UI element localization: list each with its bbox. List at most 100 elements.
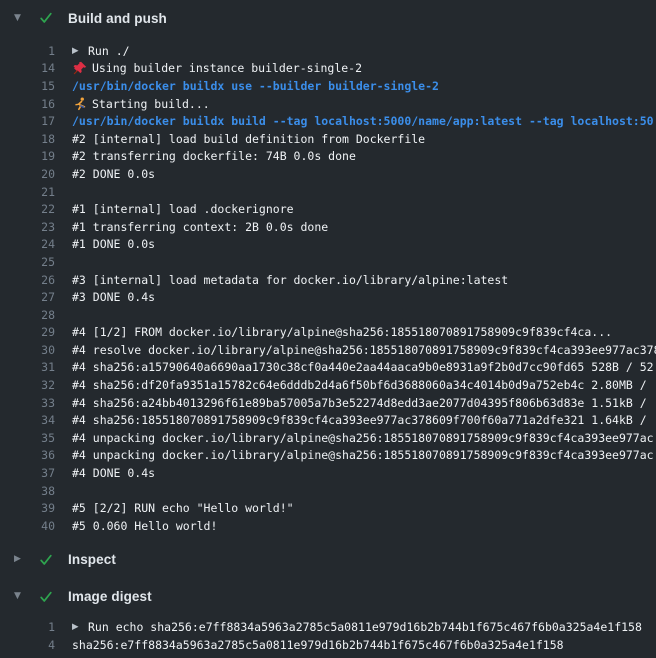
line-number[interactable]: 32 <box>0 378 55 392</box>
log-line-text: #4 sha256:df20fa9351a15782c64e6dddb2d4a6… <box>72 378 654 392</box>
line-number[interactable]: 1 <box>0 620 55 634</box>
line-number[interactable]: 14 <box>0 61 55 75</box>
line-number[interactable]: 19 <box>0 149 55 163</box>
line-number[interactable]: 28 <box>0 308 55 322</box>
log-line: 15 /usr/bin/docker buildx use --builder … <box>0 77 656 95</box>
section-log-lines: 1 ▶Run echo sha256:e7ff8834a5963a2785c5a… <box>0 615 656 658</box>
log-line-text: Using builder instance builder-single-2 <box>92 61 362 75</box>
section-title: Build and push <box>68 11 167 26</box>
line-number[interactable]: 21 <box>0 185 55 199</box>
log-line: 17 /usr/bin/docker buildx build --tag lo… <box>0 112 656 130</box>
log-line-content: #2 [internal] load build definition from… <box>72 132 656 146</box>
log-line: 1 ▶Run echo sha256:e7ff8834a5963a2785c5a… <box>0 619 656 637</box>
log-section: ▼ Build and push 1 ▶ Run ./ 14 Using buil… <box>0 0 656 541</box>
line-number[interactable]: 38 <box>0 484 55 498</box>
log-line: 26 #3 [internal] load metadata for docke… <box>0 271 656 289</box>
log-line-content: ▶ Run ./ <box>72 44 656 58</box>
success-check-icon <box>38 589 54 605</box>
section-log-lines: 1 ▶ Run ./ 14 Using builder instance buil… <box>0 36 656 541</box>
line-number[interactable]: 33 <box>0 396 55 410</box>
log-line-content: #1 transferring context: 2B 0.0s done <box>72 220 656 234</box>
log-line-content: #4 sha256:a15790640a6690aa1730c38cf0a440… <box>72 360 656 374</box>
section-header[interactable]: ▼ Build and push <box>0 0 656 36</box>
log-line-content: #2 transferring dockerfile: 74B 0.0s don… <box>72 149 656 163</box>
log-line-content: #4 unpacking docker.io/library/alpine@sh… <box>72 431 656 445</box>
line-number[interactable]: 40 <box>0 519 55 533</box>
line-number[interactable]: 16 <box>0 97 55 111</box>
chevron-down-icon[interactable]: ▼ <box>14 592 26 601</box>
log-line: 23 #1 transferring context: 2B 0.0s done <box>0 218 656 236</box>
log-line-text: Run ./ <box>88 44 130 58</box>
log-line-text: #3 DONE 0.4s <box>72 290 155 304</box>
log-line-text: #4 unpacking docker.io/library/alpine@sh… <box>72 431 654 445</box>
log-line-text: #4 sha256:185518070891758909c9f839cf4ca3… <box>72 413 654 427</box>
workflow-log: ▼ Build and push 1 ▶Run ./ 14 Using buil… <box>0 0 656 658</box>
log-line-content: #4 sha256:df20fa9351a15782c64e6dddb2d4a6… <box>72 378 656 392</box>
expand-group-icon[interactable]: ▶ <box>72 47 82 56</box>
pushpin-icon <box>72 61 87 76</box>
line-number[interactable]: 1 <box>0 44 55 58</box>
log-line-text: #1 transferring context: 2B 0.0s done <box>72 220 328 234</box>
line-number[interactable]: 24 <box>0 237 55 251</box>
log-line-text: #4 resolve docker.io/library/alpine@sha2… <box>72 343 656 357</box>
log-line-text: #4 sha256:a24bb4013296f61e89ba57005a7b3e… <box>72 396 654 410</box>
section-header[interactable]: ▼ Image digest <box>0 579 656 615</box>
log-line-content: #4 sha256:a24bb4013296f61e89ba57005a7b3e… <box>72 396 656 410</box>
section-title: Inspect <box>68 552 116 567</box>
line-number[interactable]: 30 <box>0 343 55 357</box>
line-number[interactable]: 26 <box>0 273 55 287</box>
log-line-content: #5 [2/2] RUN echo "Hello world!" <box>72 501 656 515</box>
log-line-content: #4 resolve docker.io/library/alpine@sha2… <box>72 343 656 357</box>
log-line-text: #1 DONE 0.0s <box>72 237 155 251</box>
log-line: 19 #2 transferring dockerfile: 74B 0.0s … <box>0 148 656 166</box>
line-number[interactable]: 15 <box>0 79 55 93</box>
line-number[interactable]: 17 <box>0 114 55 128</box>
line-number[interactable]: 29 <box>0 325 55 339</box>
expand-group-icon[interactable]: ▶ <box>72 623 82 632</box>
log-line-text: #4 [1/2] FROM docker.io/library/alpine@s… <box>72 325 612 339</box>
line-number[interactable]: 18 <box>0 132 55 146</box>
log-line-text: #3 [internal] load metadata for docker.i… <box>72 273 508 287</box>
log-line-text: #4 unpacking docker.io/library/alpine@sh… <box>72 448 654 462</box>
log-line: 27 #3 DONE 0.4s <box>0 288 656 306</box>
log-line-text: #5 [2/2] RUN echo "Hello world!" <box>72 501 294 515</box>
log-line-text: #4 DONE 0.4s <box>72 466 155 480</box>
log-line-text: #5 0.060 Hello world! <box>72 519 217 533</box>
line-number[interactable]: 27 <box>0 290 55 304</box>
log-line: 22 #1 [internal] load .dockerignore <box>0 200 656 218</box>
line-number[interactable]: 37 <box>0 466 55 480</box>
chevron-down-icon[interactable]: ▼ <box>14 14 26 23</box>
log-line: 37 #4 DONE 0.4s <box>0 464 656 482</box>
log-line-content: /usr/bin/docker buildx use --builder bui… <box>72 79 656 93</box>
log-line-content: #4 DONE 0.4s <box>72 466 656 480</box>
line-number[interactable]: 39 <box>0 501 55 515</box>
log-line: 29 #4 [1/2] FROM docker.io/library/alpin… <box>0 324 656 342</box>
log-line-text: sha256:e7ff8834a5963a2785c5a0811e979d16b… <box>72 638 564 652</box>
log-section: ▶ Inspect <box>0 543 656 577</box>
line-number[interactable]: 36 <box>0 448 55 462</box>
line-number[interactable]: 25 <box>0 255 55 269</box>
log-line: 24 #1 DONE 0.0s <box>0 236 656 254</box>
line-number[interactable]: 23 <box>0 220 55 234</box>
log-line-content: #1 DONE 0.0s <box>72 237 656 251</box>
log-line: 31 #4 sha256:a15790640a6690aa1730c38cf0a… <box>0 359 656 377</box>
log-line: 40 #5 0.060 Hello world! <box>0 517 656 535</box>
line-number[interactable]: 35 <box>0 431 55 445</box>
log-section: ▼ Image digest 1 ▶Run echo sha256:e7ff88… <box>0 579 656 658</box>
runner-icon <box>72 96 87 111</box>
log-line: 32 #4 sha256:df20fa9351a15782c64e6dddb2d… <box>0 376 656 394</box>
log-line: 21 <box>0 183 656 201</box>
log-line-text: #4 sha256:a15790640a6690aa1730c38cf0a440… <box>72 360 654 374</box>
log-line-content: Using builder instance builder-single-2 <box>72 61 656 76</box>
chevron-right-icon[interactable]: ▶ <box>14 555 26 564</box>
line-number[interactable]: 22 <box>0 202 55 216</box>
log-line: 30 #4 resolve docker.io/library/alpine@s… <box>0 341 656 359</box>
log-line-content: #4 sha256:185518070891758909c9f839cf4ca3… <box>72 413 656 427</box>
line-number[interactable]: 31 <box>0 360 55 374</box>
line-number[interactable]: 34 <box>0 413 55 427</box>
line-number[interactable]: 4 <box>0 638 55 652</box>
section-header[interactable]: ▶ Inspect <box>0 543 656 577</box>
log-line-text: /usr/bin/docker buildx build --tag local… <box>72 114 654 128</box>
line-number[interactable]: 20 <box>0 167 55 181</box>
log-line: 34 #4 sha256:185518070891758909c9f839cf4… <box>0 411 656 429</box>
